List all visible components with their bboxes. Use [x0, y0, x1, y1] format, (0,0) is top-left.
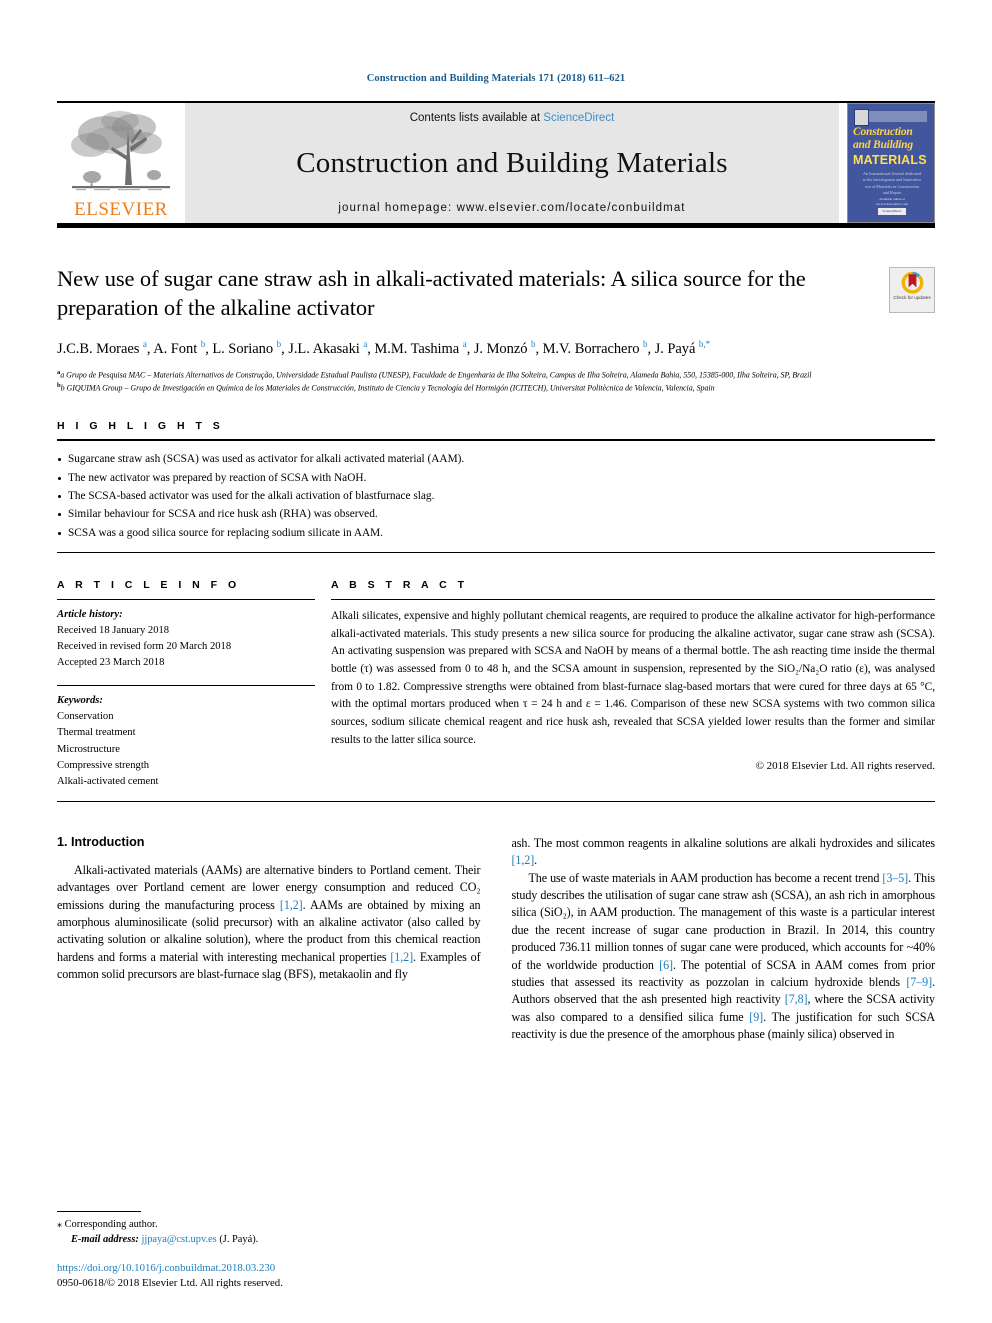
masthead-bottom-rule — [57, 223, 935, 228]
cover-title-line-2: and Building — [853, 139, 913, 151]
corresponding-author-note: ⁎ Corresponding author. — [57, 1217, 467, 1233]
cover-blurb: An International Journal dedicated to th… — [862, 171, 922, 195]
keyword-item: Microstructure — [57, 743, 120, 755]
article-info-column: A R T I C L E I N F O Article history: R… — [57, 579, 331, 790]
cover-sciencedirect-badge: ScienceDirect — [878, 207, 906, 215]
email-note: E-mail address: jjpaya@cst.upv.es (J. Pa… — [57, 1232, 467, 1248]
article-page: Construction and Building Materials 171 … — [0, 0, 992, 1323]
running-head: Construction and Building Materials 171 … — [366, 73, 626, 84]
affiliation-b: bb GIQUIMA Group – Grupo de Investigació… — [57, 381, 935, 394]
history-accepted: Accepted 23 March 2018 — [57, 657, 165, 669]
journal-cover-block: Construction and Building MATERIALS An I… — [839, 103, 935, 223]
keyword-item: Conservation — [57, 711, 114, 723]
crossmark-logo-icon — [901, 271, 923, 294]
list-item: Sugarcane straw ash (SCSA) was used as a… — [57, 450, 935, 468]
history-received: Received 18 January 2018 — [57, 624, 170, 636]
cover-title-line-3: MATERIALS — [853, 153, 927, 167]
article-history-block: Article history: Received 18 January 201… — [57, 600, 315, 671]
body-column-right: ash. The most common reagents in alkalin… — [512, 835, 936, 1044]
abstract-text: Alkali silicates, expensive and highly p… — [331, 609, 935, 746]
keyword-item: Alkali-activated cement — [57, 775, 159, 787]
body-columns: 1. Introduction Alkali-activated materia… — [57, 835, 935, 1044]
page-title: New use of sugar cane straw ash in alkal… — [57, 266, 806, 321]
keywords-block: Keywords: Conservation Thermal treatment… — [57, 686, 315, 790]
corresponding-author-marker: ⁎ — [57, 1218, 62, 1230]
highlights-bottom-rule — [57, 551, 935, 553]
affiliations-block: aa Grupo de Pesquisa MAC – Materiais Alt… — [57, 368, 935, 394]
doi-block: https://doi.org/10.1016/j.conbuildmat.20… — [57, 1261, 467, 1292]
history-revised: Received in revised form 20 March 2018 — [57, 641, 232, 653]
affiliation-b-text: b GIQUIMA Group – Grupo de Investigación… — [60, 384, 715, 394]
highlights-heading: H I G H L I G H T S — [57, 420, 224, 433]
article-history-label: Article history: — [57, 608, 123, 620]
footnote-rule — [57, 1210, 141, 1212]
crossmark-badge[interactable]: Check for updates — [889, 267, 935, 313]
body-column-left: 1. Introduction Alkali-activated materia… — [57, 835, 481, 1044]
author-list: J.C.B. Moraes a, A. Font b, L. Soriano b… — [57, 338, 711, 357]
crossmark-label: Check for updates — [893, 295, 931, 300]
paragraph: The use of waste materials in AAM produc… — [511, 870, 936, 1042]
list-item: Similar behaviour for SCSA and rice husk… — [57, 505, 935, 523]
spacer-highlights — [57, 394, 935, 420]
affiliation-a: aa Grupo de Pesquisa MAC – Materiais Alt… — [57, 368, 935, 381]
section-title-introduction: 1. Introduction — [57, 834, 145, 849]
page-footnote: ⁎ Corresponding author. E-mail address: … — [57, 1210, 467, 1293]
issn-copyright-line: 0950-0618/© 2018 Elsevier Ltd. All right… — [57, 1277, 283, 1290]
cover-title-line-1: Construction — [853, 126, 913, 138]
abstract-copyright: © 2018 Elsevier Ltd. All rights reserved… — [755, 760, 935, 773]
list-item: SCSA was a good silica source for replac… — [57, 524, 935, 542]
corresponding-author-label: Corresponding author. — [64, 1218, 158, 1230]
email-address-suffix: (J. Payá). — [219, 1234, 259, 1246]
journal-title: Construction and Building Materials — [296, 146, 728, 179]
elsevier-tree-icon — [71, 111, 170, 191]
keyword-item: Compressive strength — [57, 759, 150, 771]
elsevier-wordmark: ELSEVIER — [74, 199, 168, 220]
email-address-label: E-mail address: — [71, 1234, 139, 1246]
contents-prefix: Contents lists available at — [409, 112, 544, 124]
affiliation-a-text: a Grupo de Pesquisa MAC – Materiais Alte… — [60, 371, 812, 380]
cover-chip-icon — [854, 109, 869, 126]
email-address-link[interactable]: jjpaya@cst.upv.es — [141, 1234, 216, 1245]
keyword-item: Thermal treatment — [57, 727, 136, 739]
title-area: New use of sugar cane straw ash in alkal… — [57, 264, 935, 323]
masthead-center: Contents lists available at ScienceDirec… — [185, 103, 839, 223]
keywords-label: Keywords: — [57, 695, 103, 707]
abstract-bottom-rule — [57, 800, 935, 802]
article-info-heading: A R T I C L E I N F O — [57, 578, 241, 591]
journal-cover-thumbnail: Construction and Building MATERIALS An I… — [847, 103, 935, 223]
elsevier-logo: ELSEVIER — [57, 103, 185, 223]
highlights-list: Sugarcane straw ash (SCSA) was used as a… — [57, 441, 935, 541]
title-text-block: New use of sugar cane straw ash in alkal… — [57, 264, 889, 323]
contents-lists-line: Contents lists available at ScienceDirec… — [410, 112, 615, 124]
cover-footer-text: Available online at www.sciencedirect.co… — [875, 196, 909, 206]
sciencedirect-link[interactable]: ScienceDirect — [543, 112, 614, 124]
journal-masthead: ELSEVIER Contents lists available at Sci… — [57, 101, 935, 223]
doi-link[interactable]: https://doi.org/10.1016/j.conbuildmat.20… — [57, 1261, 467, 1277]
list-item: The SCSA-based activator was used for th… — [57, 487, 935, 505]
abstract-heading: A B S T R A C T — [331, 578, 468, 591]
cover-footer: Available online at www.sciencedirect.co… — [868, 197, 916, 215]
abstract-column: A B S T R A C T Alkali silicates, expens… — [331, 579, 935, 790]
list-item: The new activator was prepared by reacti… — [57, 469, 935, 487]
info-abstract-row: A R T I C L E I N F O Article history: R… — [57, 579, 935, 790]
journal-homepage[interactable]: journal homepage: www.elsevier.com/locat… — [338, 202, 685, 214]
paragraph: ash. The most common reagents in alkalin… — [511, 835, 936, 868]
paragraph: Alkali-activated materials (AAMs) are al… — [57, 862, 481, 982]
